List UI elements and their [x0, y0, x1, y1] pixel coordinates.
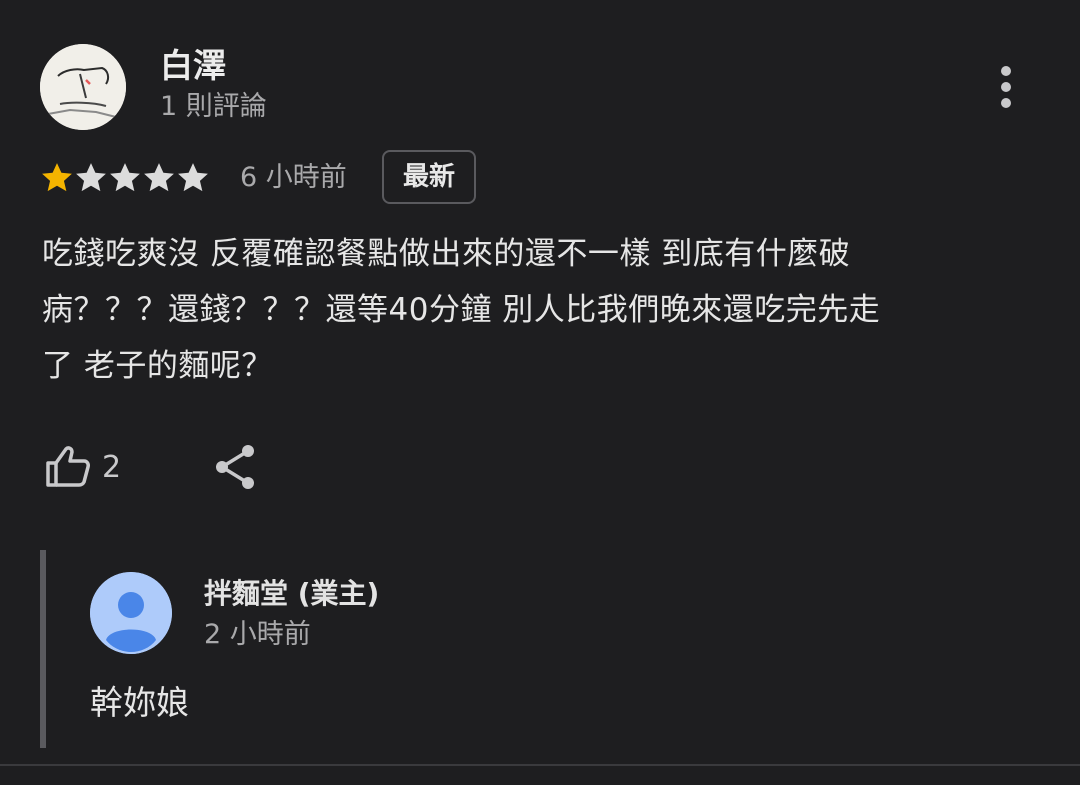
review-text: 吃錢吃爽沒 反覆確認餐點做出來的還不一樣 到底有什麼破 病？？？還錢？？？還等4…	[42, 236, 881, 384]
star-empty-icon	[110, 163, 140, 192]
share-button[interactable]	[212, 442, 260, 492]
more-vert-icon-dot	[1001, 98, 1011, 108]
owner-avatar[interactable]	[90, 572, 172, 654]
divider	[0, 764, 1080, 766]
owner-reply-text: 幹妳娘	[90, 683, 189, 722]
reviewer-name[interactable]: 白澤	[160, 44, 226, 88]
star-rating	[40, 158, 210, 198]
reply-indent-bar	[40, 550, 46, 748]
review-card: 白澤 1 則評論 6 小時前 最新 吃錢吃爽沒 反覆確認餐點做出來的還不一樣 到…	[0, 0, 1080, 785]
newest-badge: 最新	[382, 150, 476, 204]
owner-reply: 拌麵堂 (業主) 2 小時前 幹妳娘	[40, 550, 1040, 748]
more-vert-icon-dot	[1001, 82, 1011, 92]
star-empty-icon	[178, 163, 208, 192]
reviewer-avatar[interactable]	[40, 44, 126, 130]
thumb-up-icon	[46, 446, 90, 487]
reviewer-review-count: 1 則評論	[160, 91, 267, 122]
like-button[interactable]: 2	[44, 442, 121, 492]
more-vert-icon	[1001, 66, 1011, 76]
review-time: 6 小時前	[240, 162, 347, 193]
person-icon	[90, 572, 172, 654]
star-filled-icon	[42, 163, 72, 192]
star-empty-icon	[144, 163, 174, 192]
like-count: 2	[102, 449, 122, 485]
more-options-button[interactable]	[990, 62, 1022, 112]
share-icon	[216, 445, 254, 489]
star-empty-icon	[76, 163, 106, 192]
owner-name: 拌麵堂 (業主)	[204, 577, 380, 610]
reviewer-avatar-image	[40, 44, 126, 130]
owner-reply-time: 2 小時前	[204, 619, 311, 650]
